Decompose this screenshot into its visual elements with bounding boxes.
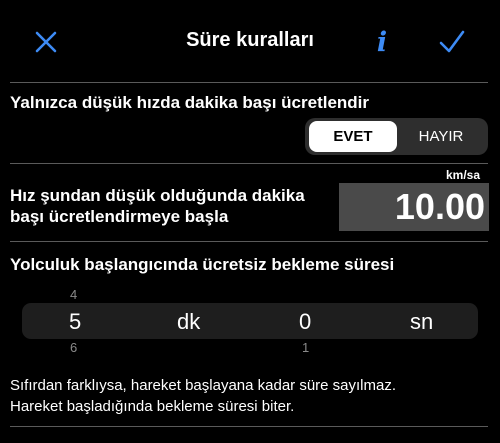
- low-speed-billing-label: Yalnızca düşük hızda dakika başı ücretle…: [10, 93, 370, 112]
- divider: [10, 241, 488, 242]
- seconds-unit-label: sn: [410, 309, 434, 334]
- seconds-value[interactable]: 0: [299, 309, 311, 335]
- speed-threshold-label: Hız şundan düşük olduğunda dakika başı ü…: [10, 185, 305, 227]
- low-speed-billing-toggle: EVET HAYIR: [305, 118, 488, 155]
- confirm-button[interactable]: [432, 22, 472, 62]
- seconds-option-below[interactable]: 1: [302, 341, 309, 354]
- divider: [10, 426, 488, 427]
- divider: [10, 163, 488, 164]
- speed-threshold-label-line2: başı ücretlendirmeye başla: [10, 207, 229, 226]
- page-title: Süre kuralları: [186, 29, 314, 51]
- info-button[interactable]: i: [362, 22, 402, 62]
- option-yes[interactable]: EVET: [309, 121, 397, 152]
- info-icon: i: [376, 26, 388, 58]
- note-line2: Hareket başladığında bekleme süresi bite…: [10, 398, 295, 415]
- speed-threshold-input[interactable]: 10.00: [339, 183, 489, 231]
- checkmark-icon: [439, 30, 465, 53]
- minutes-option-below[interactable]: 6: [70, 341, 77, 354]
- speed-unit-label: km/sa: [446, 168, 481, 182]
- note-line1: Sıfırdan farklıysa, hareket başlayana ka…: [10, 377, 397, 394]
- divider: [10, 82, 488, 83]
- option-no[interactable]: HAYIR: [397, 121, 485, 152]
- speed-threshold-label-line1: Hız şundan düşük olduğunda dakika: [10, 186, 305, 205]
- minutes-unit-label: dk: [177, 309, 201, 334]
- free-wait-note: Sıfırdan farklıysa, hareket başlayana ka…: [10, 375, 490, 417]
- navigation-bar: Süre kuralları i: [0, 0, 500, 82]
- minutes-option-above[interactable]: 4: [70, 288, 77, 301]
- free-wait-label: Yolculuk başlangıcında ücretsiz bekleme …: [10, 255, 395, 274]
- minutes-value[interactable]: 5: [69, 309, 81, 335]
